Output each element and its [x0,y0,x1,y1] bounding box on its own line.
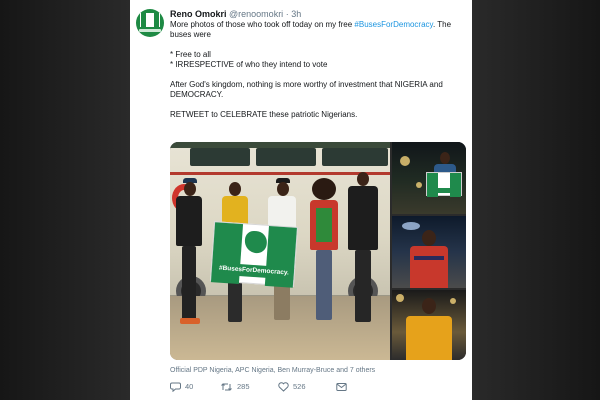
author-name[interactable]: Reno Omokri [170,9,227,19]
tweet-text: More photos of those who took off today … [170,20,466,120]
reply-button[interactable]: 40 [170,381,193,393]
tweet-header: Reno Omokri @renoomokri · 3h [170,9,301,20]
mini-banner [426,172,462,197]
author-handle[interactable]: @renoomokri [229,9,283,19]
tweet-actions: 40 285 526 [170,380,466,394]
reply-count: 40 [185,382,194,391]
left-background [0,0,130,400]
tweet-bullet: * Free to all [170,50,211,59]
like-count: 526 [293,382,306,391]
like-icon [278,382,289,392]
reply-icon [170,382,181,392]
tweet-timestamp[interactable]: 3h [291,9,301,19]
like-button[interactable]: 526 [278,381,306,393]
retweet-button[interactable]: 285 [220,381,250,393]
header-separator: · [285,9,289,19]
thumbnail-photo[interactable] [392,290,466,360]
thumbnail-photo[interactable] [392,216,466,288]
tagged-accounts[interactable]: Official PDP Nigeria, APC Nigeria, Ben M… [170,366,375,375]
retweet-count: 285 [237,382,250,391]
tweet-text-fragment: More photos of those who took off today … [170,20,355,29]
tweet-text-line: After God's kingdom, nothing is more wor… [170,80,443,89]
nigeria-map-icon [244,230,268,254]
tweet-text-line: More photos of those who took off today … [170,20,466,30]
tweet-text-line: buses were [170,30,211,39]
avatar-caption [139,29,161,32]
message-icon [336,382,347,392]
person [174,178,204,328]
tweet-text-line: RETWEET to CELEBRATE these patriotic Nig… [170,110,358,119]
tweet-text-line: DEMOCRACY. [170,90,224,99]
right-background [470,0,600,400]
person [346,172,380,328]
retweet-icon [220,382,233,392]
tweet-bullet: * IRRESPECTIVE of who they intend to vot… [170,60,328,69]
tweet-card[interactable]: Reno Omokri @renoomokri · 3h More photos… [130,0,472,400]
thumbnail-photo[interactable] [392,142,466,214]
avatar[interactable] [136,9,164,37]
avatar-flag-right [154,13,160,27]
media-grid: #BusesForDemocracy. [170,142,466,360]
tweet-text-fragment: . The [432,20,452,29]
direct-message-button[interactable] [336,381,347,393]
person [304,178,344,328]
avatar-flag-center [146,13,154,27]
main-photo[interactable]: #BusesForDemocracy. [170,142,390,360]
hashtag-link[interactable]: #BusesForDemocracy [354,20,433,29]
buses-for-democracy-banner: #BusesForDemocracy. [210,221,298,288]
